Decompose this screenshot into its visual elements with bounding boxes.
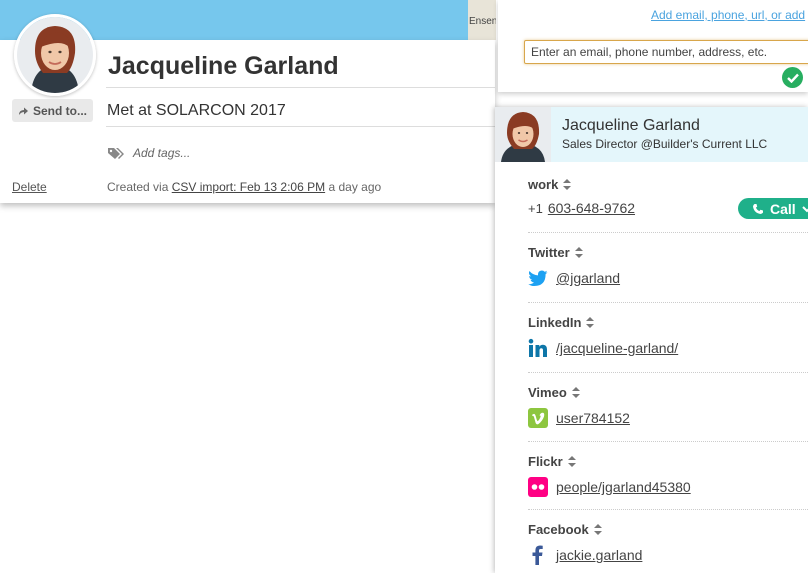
tags-icon bbox=[108, 147, 124, 159]
divider bbox=[528, 232, 808, 233]
entry-vimeo: Vimeo user784152 bbox=[528, 385, 808, 428]
entry-label: Flickr bbox=[528, 454, 563, 469]
name-divider bbox=[106, 87, 495, 88]
sort-handle-icon[interactable] bbox=[593, 524, 602, 535]
delete-link[interactable]: Delete bbox=[12, 180, 47, 194]
confirm-check-icon[interactable] bbox=[782, 67, 803, 88]
add-info-link[interactable]: Add email, phone, url, or add bbox=[651, 8, 805, 22]
sort-handle-icon[interactable] bbox=[571, 387, 580, 398]
entry-label: work bbox=[528, 177, 559, 192]
flickr-link[interactable]: people/jgarland45380 bbox=[556, 479, 691, 495]
entry-linkedin: LinkedIn /jacqueline-garland/ bbox=[528, 315, 808, 358]
divider bbox=[528, 441, 808, 442]
facebook-link[interactable]: jackie.garland bbox=[556, 547, 642, 563]
phone-icon bbox=[753, 203, 763, 214]
send-to-button[interactable]: Send to... bbox=[12, 99, 93, 122]
checkmark-icon bbox=[786, 73, 799, 83]
send-to-label: Send to... bbox=[33, 103, 87, 118]
entry-twitter: Twitter @jgarland bbox=[528, 245, 808, 288]
tags-field[interactable]: Add tags... bbox=[107, 146, 190, 160]
profile-name: Jacqueline Garland bbox=[562, 117, 700, 134]
divider bbox=[528, 302, 808, 303]
avatar-photo bbox=[17, 17, 93, 93]
contact-name[interactable]: Jacqueline Garland bbox=[108, 52, 339, 81]
entry-label: Vimeo bbox=[528, 385, 567, 400]
phone-prefix: +1 bbox=[528, 200, 543, 216]
sort-handle-icon[interactable] bbox=[563, 179, 572, 190]
contact-note[interactable]: Met at SOLARCON 2017 bbox=[107, 102, 286, 120]
contact-avatar[interactable] bbox=[14, 14, 96, 96]
profile-header: Jacqueline Garland Sales Director @Build… bbox=[495, 107, 808, 162]
vimeo-icon bbox=[528, 408, 548, 428]
sort-handle-icon[interactable] bbox=[586, 317, 595, 328]
note-divider bbox=[106, 126, 495, 127]
divider bbox=[528, 509, 808, 510]
entry-label: Twitter bbox=[528, 245, 570, 260]
facebook-icon bbox=[528, 545, 548, 565]
avatar-photo bbox=[495, 107, 551, 162]
chevron-down-icon bbox=[801, 205, 808, 212]
entry-label: Facebook bbox=[528, 522, 589, 537]
call-button[interactable]: Call bbox=[738, 198, 808, 219]
flickr-icon bbox=[528, 477, 548, 497]
vimeo-link[interactable]: user784152 bbox=[556, 410, 630, 426]
entry-facebook: Facebook jackie.garland bbox=[528, 522, 808, 565]
created-suffix: a day ago bbox=[328, 180, 382, 194]
share-arrow-icon bbox=[19, 107, 28, 115]
tags-placeholder: Add tags... bbox=[133, 146, 191, 160]
add-info-input[interactable]: Enter an email, phone number, address, e… bbox=[524, 40, 808, 64]
call-label: Call bbox=[770, 200, 796, 217]
entry-flickr: Flickr people/jgarland45380 bbox=[528, 454, 808, 497]
twitter-link[interactable]: @jgarland bbox=[556, 270, 620, 286]
created-prefix: Created via bbox=[107, 180, 169, 194]
linkedin-icon bbox=[528, 338, 548, 358]
profile-title: Sales Director @Builder's Current LLC bbox=[562, 137, 768, 151]
profile-panel: Jacqueline Garland Sales Director @Build… bbox=[495, 107, 808, 573]
sort-handle-icon[interactable] bbox=[567, 456, 576, 467]
phone-link[interactable]: 603-648-9762 bbox=[548, 200, 635, 216]
add-contact-info-panel: Add email, phone, url, or add Enter an e… bbox=[498, 0, 808, 92]
linkedin-link[interactable]: /jacqueline-garland/ bbox=[556, 340, 678, 356]
sort-handle-icon[interactable] bbox=[574, 247, 583, 258]
twitter-icon bbox=[528, 268, 548, 288]
profile-avatar bbox=[495, 107, 551, 162]
divider bbox=[528, 372, 808, 373]
entry-label: LinkedIn bbox=[528, 315, 582, 330]
map-label: Ensen bbox=[469, 16, 496, 27]
map-snippet[interactable]: Ensen bbox=[468, 0, 496, 40]
csv-import-link[interactable]: CSV import: Feb 13 2:06 PM bbox=[172, 180, 325, 194]
created-info: Created via CSV import: Feb 13 2:06 PM a… bbox=[107, 180, 381, 194]
